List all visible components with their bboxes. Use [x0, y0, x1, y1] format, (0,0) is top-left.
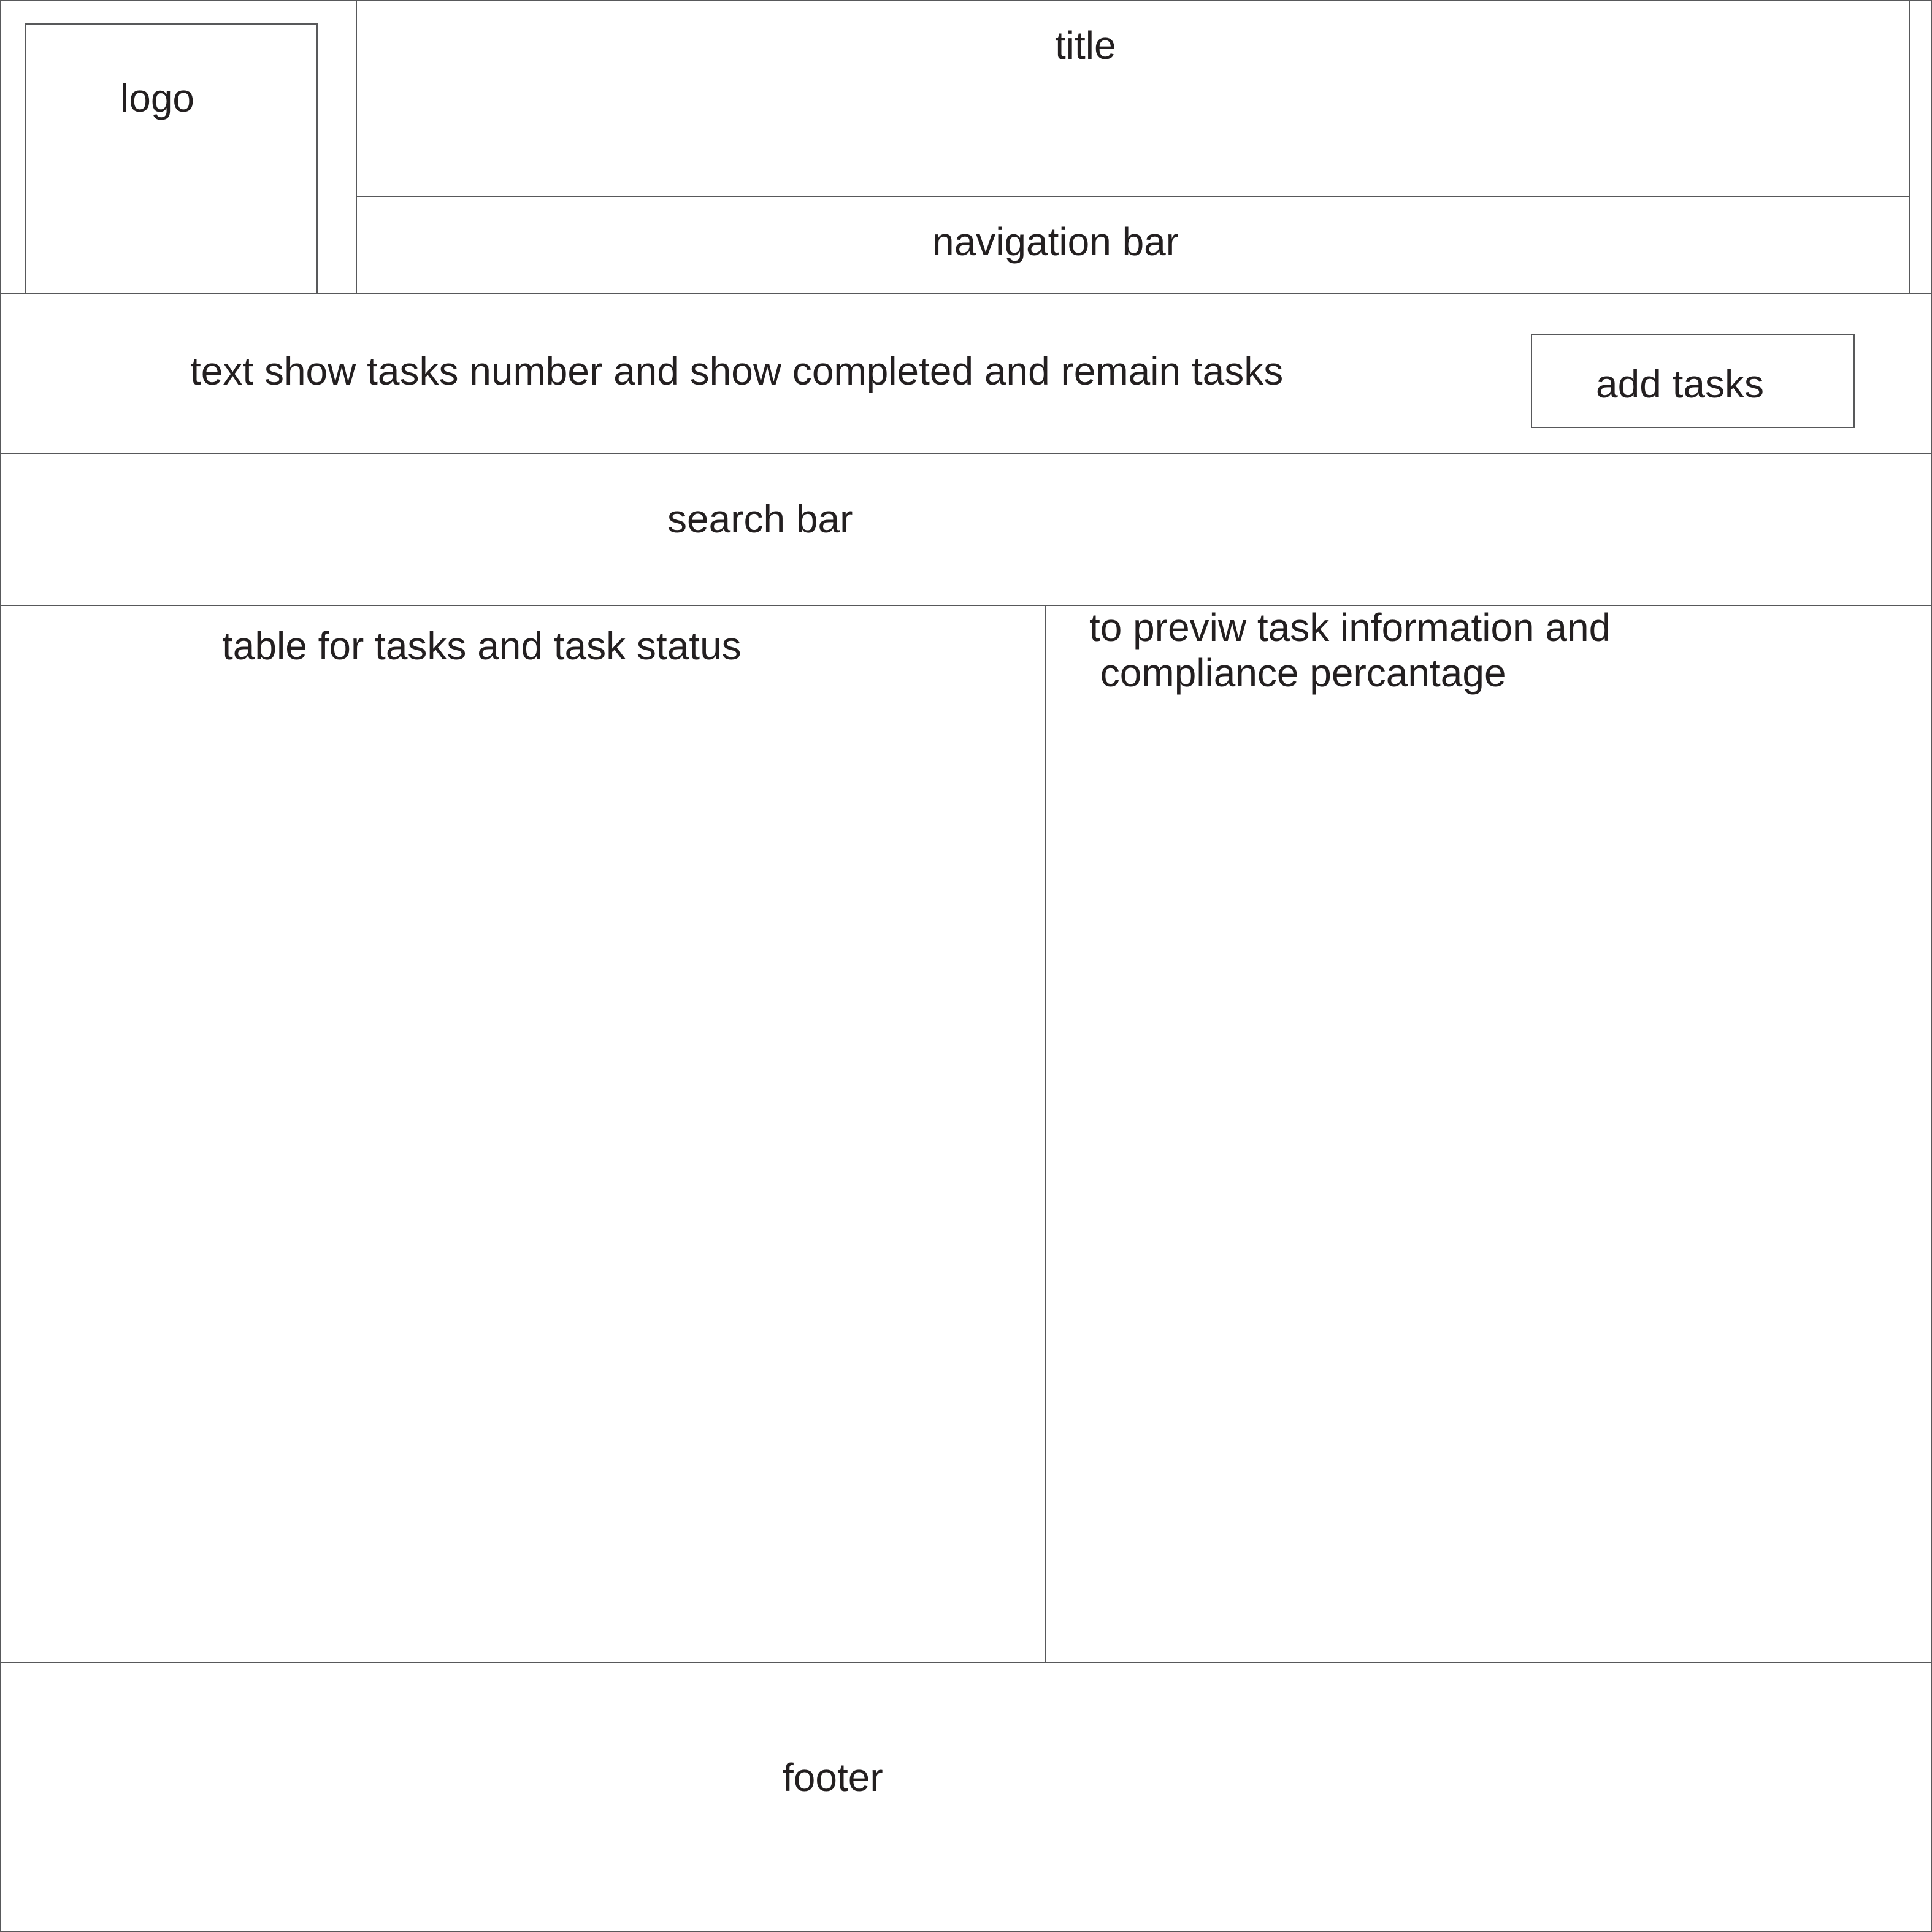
- search-bar[interactable]: [0, 453, 1932, 606]
- tasks-table[interactable]: [0, 606, 1045, 1662]
- navigation-bar-label: navigation bar: [932, 220, 1179, 264]
- search-bar-label: search bar: [667, 497, 853, 541]
- logo-label: logo: [120, 76, 194, 120]
- logo-box[interactable]: [25, 23, 318, 294]
- add-tasks-button-label: add tasks: [1596, 362, 1764, 406]
- task-preview-panel[interactable]: [1046, 606, 1931, 1662]
- tasks-table-label: table for tasks and task status: [222, 624, 742, 668]
- page-title: title: [1055, 23, 1116, 67]
- task-summary-text: text show tasks number and show complete…: [190, 349, 1284, 393]
- footer: [0, 1662, 1932, 1932]
- footer-label: footer: [783, 1755, 883, 1800]
- title-box: [356, 0, 1910, 197]
- task-preview-label: to previw task information and complianc…: [1089, 605, 1611, 695]
